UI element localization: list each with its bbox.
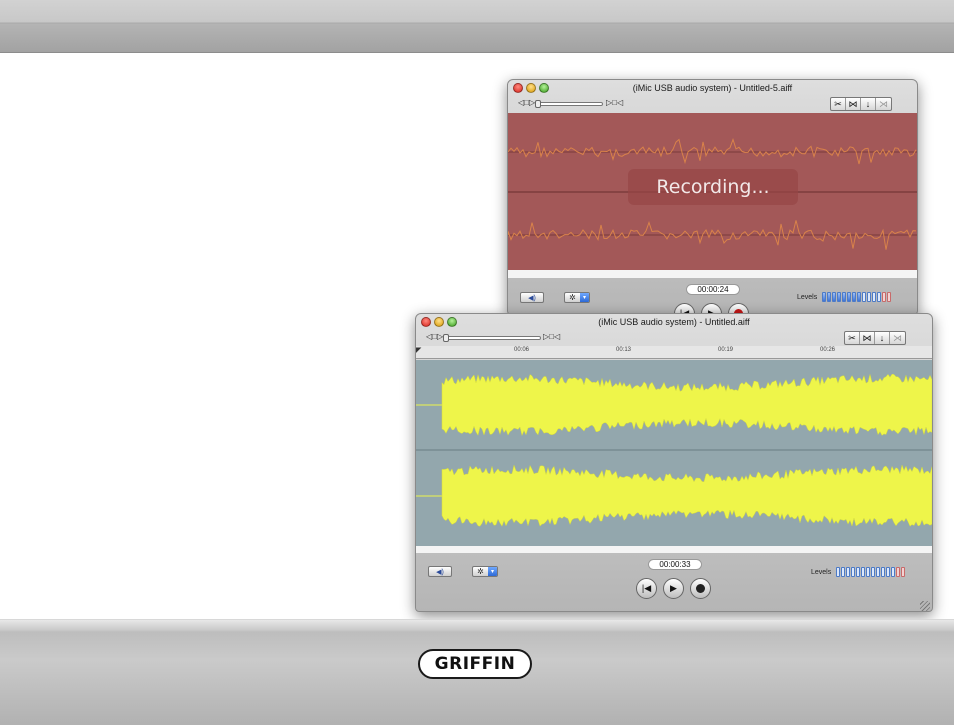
record-icon	[696, 584, 705, 593]
level-segment	[857, 292, 861, 302]
split-icon[interactable]: ⋊	[876, 98, 891, 110]
trim-icon[interactable]: ⋈	[860, 332, 875, 344]
window-title: (iMic USB audio system) - Untitled.aiff	[598, 317, 750, 327]
window-toolbar: ◁□▷ ▷□◁ ✂ ⋈ ↓ ⋊	[416, 330, 932, 346]
chevron-down-icon: ▾	[488, 567, 497, 576]
level-segment	[846, 567, 850, 577]
minimize-button[interactable]	[526, 83, 536, 93]
minimize-button[interactable]	[434, 317, 444, 327]
level-segment	[852, 292, 856, 302]
scissors-icon[interactable]: ✂	[845, 332, 860, 344]
playback-slider[interactable]	[443, 334, 541, 342]
level-segment	[851, 567, 855, 577]
edit-tools-group: ✂ ⋈ ↓ ⋊	[844, 331, 906, 345]
level-segment	[896, 567, 900, 577]
chevron-down-icon: ▾	[580, 293, 589, 302]
speaker-icon[interactable]: ◀)	[428, 566, 452, 577]
slider-knob[interactable]	[443, 334, 449, 342]
gear-icon: ✲	[477, 567, 484, 576]
level-segment	[871, 567, 875, 577]
record-button[interactable]	[690, 578, 711, 599]
volume-high-icon: ▷□◁	[543, 332, 561, 341]
level-segment	[862, 292, 866, 302]
waveform-channel-left	[441, 373, 932, 437]
speaker-icon[interactable]: ◀)	[520, 292, 544, 303]
slider-knob[interactable]	[535, 100, 541, 108]
level-segment	[822, 292, 826, 302]
level-segment	[856, 567, 860, 577]
close-button[interactable]	[421, 317, 431, 327]
insert-arrow-icon[interactable]: ↓	[875, 332, 890, 344]
scissors-icon[interactable]: ✂	[831, 98, 846, 110]
resize-grip-icon[interactable]	[920, 601, 930, 611]
level-segment	[887, 292, 891, 302]
time-ruler[interactable]: 00:06 00:13 00:19 00:26 ◤	[416, 346, 932, 359]
levels-meter	[822, 292, 891, 302]
trim-icon[interactable]: ⋈	[846, 98, 861, 110]
top-header-bar	[0, 0, 954, 53]
close-button[interactable]	[513, 83, 523, 93]
playback-slider[interactable]	[535, 100, 603, 108]
audio-window-untitled[interactable]: (iMic USB audio system) - Untitled.aiff …	[415, 313, 933, 612]
split-icon[interactable]: ⋊	[890, 332, 905, 344]
recording-window-untitled-5[interactable]: (iMic USB audio system) - Untitled-5.aif…	[507, 79, 918, 315]
level-segment	[861, 567, 865, 577]
levels-label: Levels	[797, 294, 818, 301]
window-title: (iMic USB audio system) - Untitled-5.aif…	[632, 83, 793, 93]
transport-panel: ◀) ✲ ▾ 00:00:24 |◀ ▶ Levels	[508, 278, 917, 314]
ruler-tick-label: 00:26	[820, 347, 836, 353]
skip-back-icon[interactable]: |◀	[636, 578, 657, 599]
waveform-footer-strip	[416, 546, 932, 553]
level-segment	[832, 292, 836, 302]
transport-panel: ◀) ✲ ▾ 00:00:33 |◀ ▶ Levels	[416, 553, 932, 611]
level-segment	[836, 567, 840, 577]
elapsed-time: 00:00:33	[648, 559, 702, 570]
levels-meter	[836, 567, 905, 577]
volume-low-icon: ◁□▷	[426, 332, 444, 341]
waveform-display[interactable]: Recording...	[508, 113, 917, 270]
waveform-footer-strip	[508, 270, 917, 278]
level-segment	[837, 292, 841, 302]
ruler-tick-label: 00:06	[514, 347, 530, 353]
ruler-tick-label: 00:13	[616, 347, 632, 353]
options-menu-button[interactable]: ✲ ▾	[564, 292, 590, 303]
play-icon[interactable]: ▶	[663, 578, 684, 599]
level-segment	[867, 292, 871, 302]
window-titlebar[interactable]: (iMic USB audio system) - Untitled.aiff	[416, 314, 932, 330]
zoom-button[interactable]	[539, 83, 549, 93]
level-segment	[886, 567, 890, 577]
level-segment	[901, 567, 905, 577]
level-segment	[842, 292, 846, 302]
waveform-display[interactable]	[416, 360, 932, 546]
level-segment	[877, 292, 881, 302]
level-segment	[847, 292, 851, 302]
level-segment	[872, 292, 876, 302]
griffin-logo: GRIFFIN	[418, 649, 532, 679]
levels-label: Levels	[811, 569, 832, 576]
level-segment	[891, 567, 895, 577]
level-segment	[876, 567, 880, 577]
elapsed-time: 00:00:24	[686, 284, 740, 295]
volume-low-icon: ◁□▷	[518, 98, 536, 107]
playhead-marker-icon[interactable]: ◤	[416, 346, 421, 354]
ruler-tick-label: 00:19	[718, 347, 734, 353]
level-segment	[882, 292, 886, 302]
zoom-button[interactable]	[447, 317, 457, 327]
window-titlebar[interactable]: (iMic USB audio system) - Untitled-5.aif…	[508, 80, 917, 96]
level-segment	[841, 567, 845, 577]
gear-icon: ✲	[569, 293, 576, 302]
level-segment	[827, 292, 831, 302]
edit-tools-group: ✂ ⋈ ↓ ⋊	[830, 97, 892, 111]
waveform-channel-right	[441, 464, 932, 527]
level-segment	[866, 567, 870, 577]
level-segment	[881, 567, 885, 577]
volume-high-icon: ▷□◁	[606, 98, 624, 107]
window-toolbar: ◁□▷ ▷□◁ ✂ ⋈ ↓ ⋊	[508, 96, 917, 112]
options-menu-button[interactable]: ✲ ▾	[472, 566, 498, 577]
insert-arrow-icon[interactable]: ↓	[861, 98, 876, 110]
waveform-svg	[416, 373, 932, 527]
recording-status-overlay: Recording...	[628, 169, 798, 205]
